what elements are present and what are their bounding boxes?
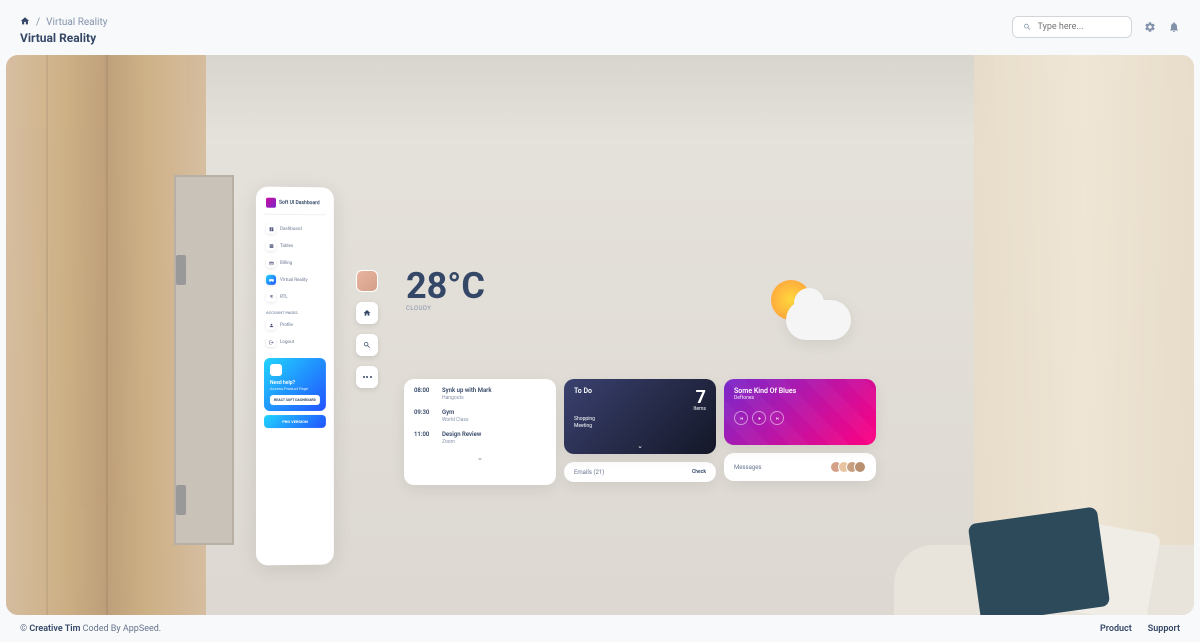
sidebar-item-profile[interactable]: Profile	[264, 317, 326, 333]
avatar[interactable]	[356, 270, 378, 292]
prev-button[interactable]	[734, 411, 748, 425]
music-artist: Deftones	[734, 395, 866, 401]
search-button[interactable]	[356, 334, 378, 356]
chevron-down-icon[interactable]: ⌄	[637, 442, 643, 450]
next-button[interactable]	[770, 411, 784, 425]
play-icon	[757, 416, 762, 421]
rtl-icon	[266, 292, 276, 302]
music-card: Some Kind Of Blues Deftones	[724, 379, 876, 445]
play-button[interactable]	[752, 411, 766, 425]
tables-icon	[266, 241, 276, 251]
schedule-item[interactable]: 08:00 Synk up with MarkHangouts	[414, 387, 546, 401]
next-icon	[775, 416, 780, 421]
search-icon	[363, 341, 371, 349]
todo-title: To Do	[574, 387, 592, 395]
help-button[interactable]: React Soft Dashboard	[270, 395, 320, 405]
schedule-card: 08:00 Synk up with MarkHangouts 09:30 Gy…	[404, 379, 556, 485]
sidebar-item-rtl[interactable]: RTL	[264, 289, 326, 305]
avatar-group	[834, 461, 866, 473]
page-title: Virtual Reality	[20, 31, 107, 45]
todo-card[interactable]: To Do 7Items Shopping Meeting ⌄	[564, 379, 716, 454]
support-link[interactable]: Support	[1148, 624, 1180, 634]
profile-icon	[266, 320, 276, 330]
schedule-item[interactable]: 11:00 Design ReviewZoom	[414, 431, 546, 445]
breadcrumb-current: Virtual Reality	[46, 17, 107, 28]
dashboard-icon	[266, 224, 276, 234]
breadcrumb: / Virtual Reality	[20, 16, 107, 29]
music-title: Some Kind Of Blues	[734, 387, 866, 395]
brand-title: Soft UI Dashboard	[279, 200, 320, 206]
logout-icon	[266, 337, 276, 347]
vr-scene: Soft UI Dashboard Dashboard Tables Billi…	[6, 55, 1194, 615]
more-button[interactable]	[356, 366, 378, 388]
sidebar-item-tables[interactable]: Tables	[264, 238, 326, 255]
sidebar-item-vr[interactable]: Virtual Reality	[264, 272, 326, 288]
sidebar-item-dashboard[interactable]: Dashboard	[264, 221, 326, 238]
search-input[interactable]	[1012, 16, 1132, 38]
product-link[interactable]: Product	[1100, 624, 1132, 634]
todo-count: 7	[693, 387, 706, 408]
emails-card[interactable]: Emails (21) Check	[564, 462, 716, 482]
home-icon	[363, 309, 371, 317]
weather-widget: 28°C Cloudy	[406, 265, 485, 312]
check-link[interactable]: Check	[692, 469, 706, 475]
help-icon	[270, 364, 282, 376]
sidebar: Soft UI Dashboard Dashboard Tables Billi…	[256, 187, 334, 566]
temperature: 28°C	[406, 265, 485, 307]
billing-icon	[266, 258, 276, 268]
sidebar-item-logout[interactable]: Logout	[264, 334, 326, 350]
sidebar-section-label: Account Pages	[264, 306, 326, 317]
bell-icon[interactable]	[1168, 21, 1180, 33]
creative-tim-link[interactable]: Creative Tim	[29, 624, 80, 634]
sidebar-item-billing[interactable]: Billing	[264, 255, 326, 271]
home-button[interactable]	[356, 302, 378, 324]
search-icon	[1023, 22, 1032, 32]
gear-icon[interactable]	[1144, 21, 1156, 33]
footer: © Creative Tim Coded By AppSeed. Product…	[0, 616, 1200, 642]
home-icon[interactable]	[20, 16, 30, 29]
messages-card[interactable]: Messages	[724, 453, 876, 481]
help-card: Need help? Access Product Page React Sof…	[264, 358, 326, 411]
schedule-item[interactable]: 09:30 GymWorld Class	[414, 409, 546, 423]
todo-items: Shopping Meeting	[574, 416, 706, 430]
prev-icon	[739, 416, 744, 421]
pro-button[interactable]: Pro Version	[264, 415, 326, 428]
dots-icon	[363, 376, 372, 378]
brand-logo	[266, 198, 276, 208]
chevron-down-icon[interactable]: ⌄	[414, 453, 546, 462]
weather-icon	[756, 275, 856, 355]
vr-icon	[266, 275, 276, 285]
